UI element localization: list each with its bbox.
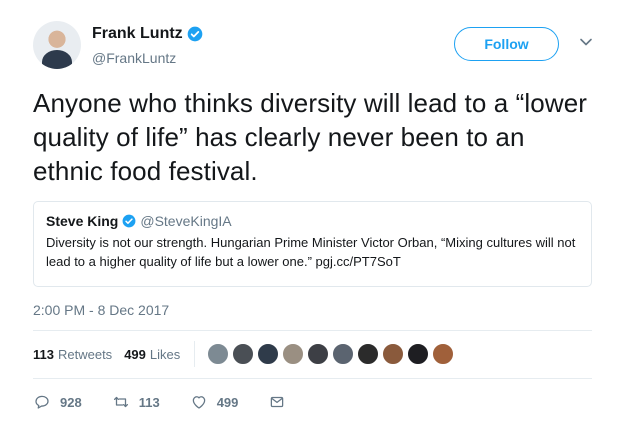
retweet-button[interactable]: 113 xyxy=(112,393,160,411)
liker-avatar[interactable] xyxy=(407,343,430,365)
retweets-count[interactable]: 113 xyxy=(33,347,54,362)
quoted-tweet[interactable]: Steve King @SteveKingIA Diversity is not… xyxy=(33,201,592,287)
liker-avatar[interactable] xyxy=(357,343,380,365)
tweet-timestamp[interactable]: 2:00 PM - 8 Dec 2017 xyxy=(33,302,169,318)
liker-avatars xyxy=(207,343,457,365)
author-handle[interactable]: @FrankLuntz xyxy=(92,50,176,66)
tweet-text: Anyone who thinks diversity will lead to… xyxy=(33,88,588,186)
reply-button[interactable]: 928 xyxy=(33,393,82,411)
quoted-tweet-text: Diversity is not our strength. Hungarian… xyxy=(46,235,576,269)
liker-avatar[interactable] xyxy=(282,343,305,365)
author-name[interactable]: Frank Luntz xyxy=(92,25,183,43)
heart-icon xyxy=(192,396,205,409)
quoted-author-name: Steve King xyxy=(46,213,119,229)
liker-avatar[interactable] xyxy=(382,343,405,365)
chevron-down-icon[interactable] xyxy=(579,35,593,49)
likes-label[interactable]: Likes xyxy=(150,347,180,362)
liker-avatar[interactable] xyxy=(257,343,280,365)
author-name-row: Frank Luntz xyxy=(92,25,203,43)
envelope-icon xyxy=(271,396,284,408)
liker-avatar[interactable] xyxy=(332,343,355,365)
liker-avatar[interactable] xyxy=(432,343,455,365)
retweet-count: 113 xyxy=(138,394,160,410)
divider xyxy=(33,330,592,331)
likes-count[interactable]: 499 xyxy=(124,347,146,362)
quoted-tweet-header: Steve King @SteveKingIA xyxy=(46,213,579,229)
liker-avatar[interactable] xyxy=(232,343,255,365)
quoted-author-handle: @SteveKingIA xyxy=(140,213,232,229)
author-avatar[interactable] xyxy=(33,21,81,69)
retweet-icon xyxy=(113,396,128,408)
follow-button[interactable]: Follow xyxy=(454,27,559,61)
verified-badge-icon xyxy=(187,26,203,42)
reply-icon xyxy=(35,395,49,409)
direct-message-button[interactable] xyxy=(268,393,286,411)
tweet-stats: 113 Retweets 499 Likes xyxy=(33,341,457,367)
stats-separator xyxy=(194,341,196,367)
retweets-label[interactable]: Retweets xyxy=(58,347,112,362)
liker-avatar[interactable] xyxy=(207,343,230,365)
divider xyxy=(33,378,592,379)
verified-badge-icon xyxy=(122,214,136,228)
tweet-header: Frank Luntz @FrankLuntz Follow xyxy=(33,21,603,77)
tweet-actions: 928 113 499 xyxy=(33,393,286,411)
like-count: 499 xyxy=(216,394,239,410)
liker-avatar[interactable] xyxy=(307,343,330,365)
like-button[interactable]: 499 xyxy=(190,393,239,411)
reply-count: 928 xyxy=(60,394,82,410)
